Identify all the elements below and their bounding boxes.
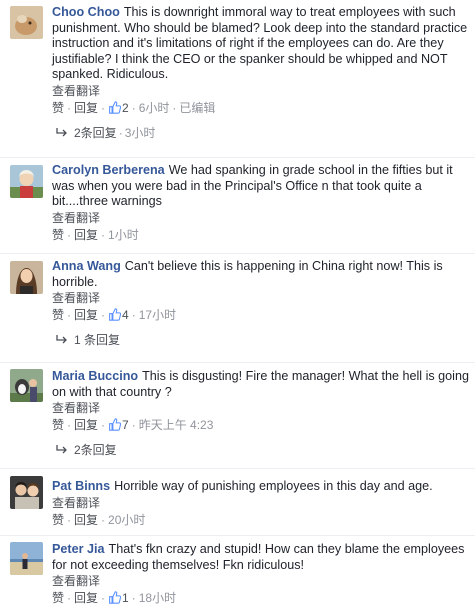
view-replies-link[interactable]: 1 条回复 <box>56 333 469 348</box>
comment-actions: 赞 · 回复 · 1小时 <box>52 227 139 242</box>
avatar-image <box>10 369 43 402</box>
reply-button[interactable]: 回复 <box>74 513 98 527</box>
see-translation-link[interactable]: 查看翻译 <box>52 84 469 99</box>
see-translation-link[interactable]: 查看翻译 <box>52 401 469 416</box>
avatar-image <box>10 542 43 575</box>
comment-author[interactable]: Maria Buccino <box>52 369 138 383</box>
avatar[interactable] <box>10 165 43 198</box>
comment-actions: 赞 · 回复 · 2 · 6小时 · 已编辑 <box>52 100 216 115</box>
view-replies-link[interactable]: 2条回复 <box>56 443 469 458</box>
edited-label[interactable]: 已编辑 <box>179 101 215 115</box>
avatar[interactable] <box>10 476 43 509</box>
like-count-value: 1 <box>122 591 129 605</box>
divider <box>0 157 475 158</box>
reply-button[interactable]: 回复 <box>74 101 98 115</box>
thumbs-up-icon <box>109 418 122 431</box>
divider <box>0 535 475 536</box>
avatar-image <box>10 165 43 198</box>
avatar[interactable] <box>10 261 43 294</box>
like-count-value: 4 <box>122 308 129 322</box>
thumbs-up-icon <box>109 591 122 604</box>
comment-actions: 赞 · 回复 · 20小时 <box>52 512 146 527</box>
avatar-image <box>10 476 43 509</box>
avatar[interactable] <box>10 6 43 39</box>
replies-count: 2条回复 <box>74 125 117 140</box>
like-count-value: 2 <box>122 100 129 115</box>
divider <box>0 362 475 363</box>
see-translation-link[interactable]: 查看翻译 <box>52 496 469 511</box>
comment-time[interactable]: 20小时 <box>108 513 145 527</box>
avatar-image <box>10 261 43 294</box>
like-button[interactable]: 赞 <box>52 228 64 242</box>
comment-actions: 赞 · 回复 · 4 · 17小时 <box>52 308 177 322</box>
see-translation-link[interactable]: 查看翻译 <box>52 211 469 226</box>
divider <box>0 253 475 254</box>
replies-count: 1 条回复 <box>74 333 121 347</box>
comment-actions: 赞 · 回复 · 7 · 昨天上午 4:23 <box>52 418 214 432</box>
comment-time[interactable]: 17小时 <box>139 308 176 322</box>
comment-time[interactable]: 18小时 <box>139 591 176 605</box>
like-count[interactable]: 1 <box>108 591 129 605</box>
comment-author[interactable]: Peter Jia <box>52 542 105 556</box>
reply-arrow-icon <box>56 335 67 344</box>
reply-button[interactable]: 回复 <box>74 591 98 605</box>
like-count[interactable]: 2 <box>108 101 129 115</box>
see-translation-link[interactable]: 查看翻译 <box>52 291 469 306</box>
comment-author[interactable]: Pat Binns <box>52 479 110 493</box>
reply-arrow-icon <box>56 445 67 454</box>
like-button[interactable]: 赞 <box>52 591 64 605</box>
comment-text: Horrible way of punishing employees in t… <box>114 479 433 493</box>
like-count[interactable]: 4 <box>108 308 129 322</box>
like-button[interactable]: 赞 <box>52 308 64 322</box>
view-replies-link[interactable]: 2条回复 · 3小时 <box>56 126 469 141</box>
comment-author[interactable]: Choo Choo <box>52 5 120 19</box>
see-translation-link[interactable]: 查看翻译 <box>52 574 469 589</box>
comment-author[interactable]: Anna Wang <box>52 259 121 273</box>
comment-time[interactable]: 昨天上午 4:23 <box>139 418 214 432</box>
avatar-image <box>10 6 43 39</box>
comment-actions: 赞 · 回复 · 1 · 18小时 <box>52 591 177 605</box>
like-count[interactable]: 7 <box>108 418 129 432</box>
thumbs-up-icon <box>109 100 122 114</box>
thumbs-up-icon <box>109 308 122 321</box>
divider <box>0 468 475 469</box>
reply-arrow-icon <box>56 127 67 136</box>
comment-text: That's fkn crazy and stupid! How can the… <box>52 542 465 572</box>
avatar[interactable] <box>10 369 43 402</box>
like-button[interactable]: 赞 <box>52 513 64 527</box>
avatar[interactable] <box>10 542 43 575</box>
replies-time: 3小时 <box>124 125 156 140</box>
like-count-value: 7 <box>122 418 129 432</box>
reply-button[interactable]: 回复 <box>74 418 98 432</box>
like-button[interactable]: 赞 <box>52 418 64 432</box>
reply-button[interactable]: 回复 <box>74 228 98 242</box>
comment-time[interactable]: 6小时 <box>139 101 170 115</box>
reply-button[interactable]: 回复 <box>74 308 98 322</box>
comment-feed: Choo Choo This is downright immoral way t… <box>0 0 475 616</box>
comment-time[interactable]: 1小时 <box>108 228 139 242</box>
replies-count: 2条回复 <box>74 443 117 457</box>
like-button[interactable]: 赞 <box>52 101 64 115</box>
comment-author[interactable]: Carolyn Berberena <box>52 163 165 177</box>
